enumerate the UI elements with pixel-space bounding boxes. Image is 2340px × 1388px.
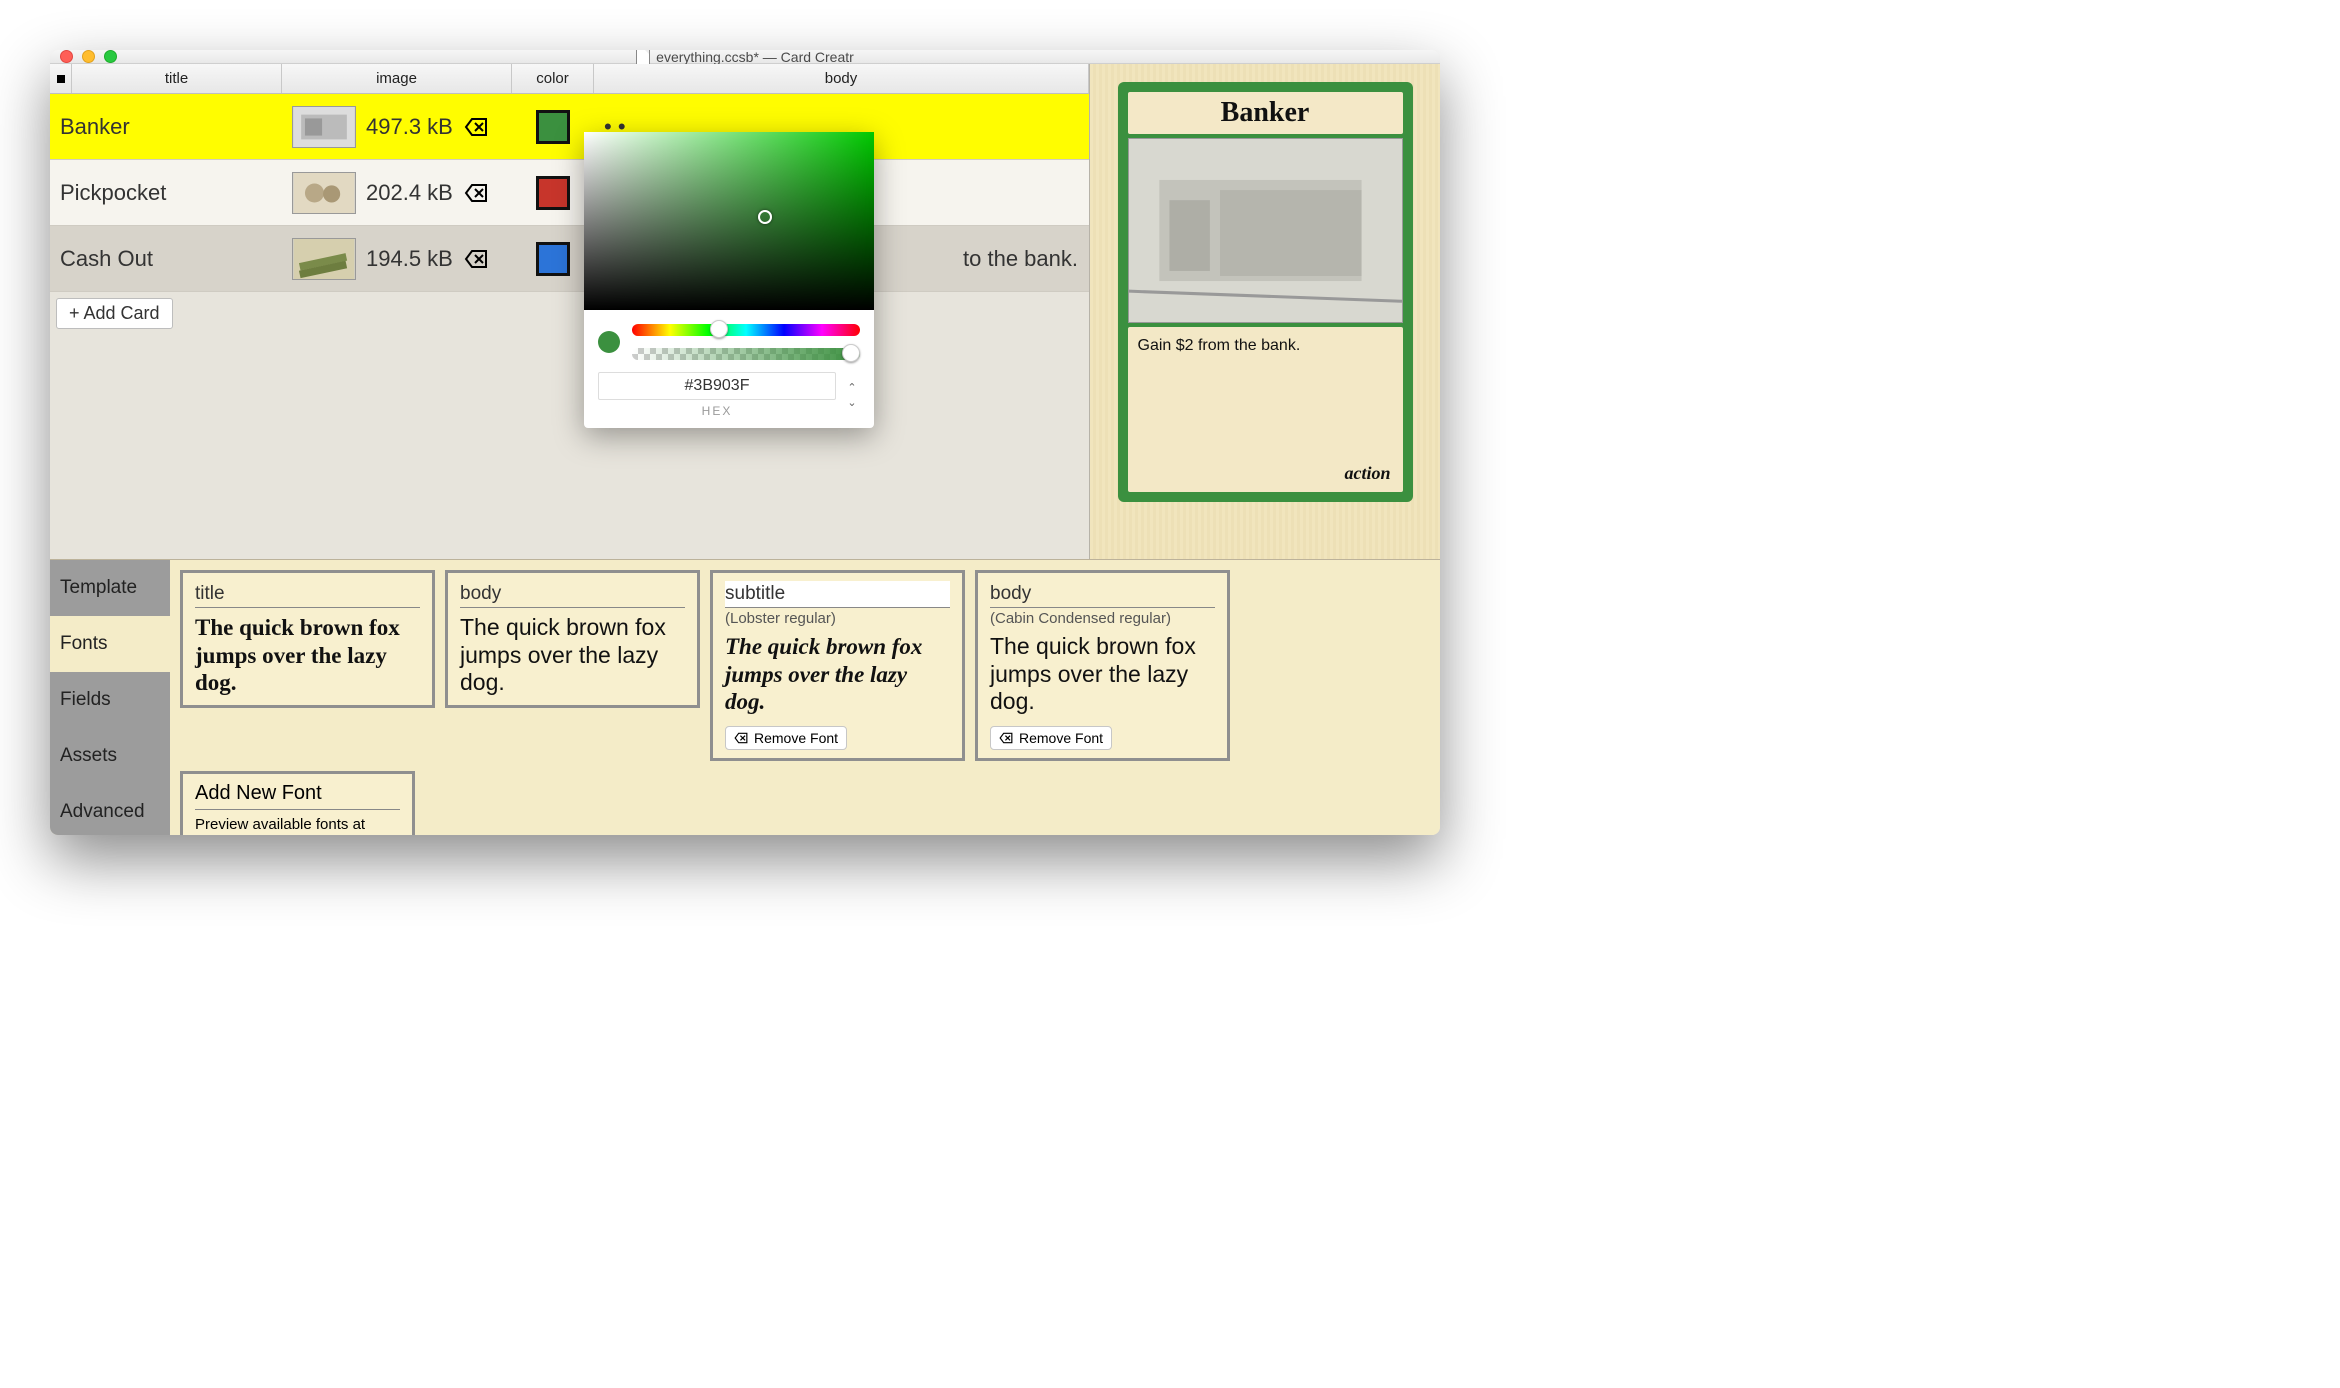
tab-assets[interactable]: Assets (50, 728, 170, 784)
side-tabs: Template Fonts Fields Assets Advanced (50, 560, 170, 835)
image-thumb (292, 106, 356, 148)
font-name-input[interactable] (195, 581, 420, 608)
format-stepper[interactable]: ⌃ ⌄ (844, 381, 860, 409)
hex-label: HEX (598, 404, 836, 418)
col-select[interactable] (50, 64, 72, 93)
font-name-input[interactable] (990, 581, 1215, 608)
card-preview-body-text: Gain $2 from the bank. (1138, 337, 1301, 354)
cards-table: title image color body Banker 497.3 kB (50, 64, 1090, 559)
remove-font-label: Remove Font (1019, 730, 1103, 746)
table-row[interactable]: Banker 497.3 kB • • (50, 94, 1089, 160)
card-preview-image (1128, 138, 1403, 323)
font-family-label: (Cabin Condensed regular) (990, 610, 1215, 627)
window-title-text: everything.ccsb* — Card Creatr (656, 50, 854, 65)
delete-image-icon[interactable] (463, 114, 489, 140)
tab-advanced[interactable]: Advanced (50, 784, 170, 835)
current-color-swatch (598, 331, 620, 353)
image-thumb (292, 238, 356, 280)
card-preview-type: action (1344, 463, 1390, 484)
table-header: title image color body (50, 64, 1089, 94)
saturation-field[interactable] (584, 132, 874, 310)
font-family-label: (Lobster regular) (725, 610, 950, 627)
cell-title[interactable]: Banker (50, 94, 282, 159)
cell-image[interactable]: 194.5 kB (282, 226, 512, 291)
alpha-slider[interactable] (632, 348, 860, 360)
app-window: everything.ccsb* — Card Creatr title ima… (50, 50, 1440, 835)
tab-template[interactable]: Template (50, 560, 170, 616)
font-sample: The quick brown fox jumps over the lazy … (460, 614, 685, 697)
add-font-text: Preview available fonts at fonts.google.… (195, 816, 400, 835)
color-swatch[interactable] (536, 242, 570, 276)
cell-color[interactable] (512, 94, 594, 159)
card-preview-title: Banker (1128, 92, 1403, 134)
remove-font-button[interactable]: Remove Font (725, 726, 847, 750)
card-preview: Banker Gain $2 from the bank. action (1118, 82, 1413, 502)
cell-title[interactable]: Cash Out (50, 226, 282, 291)
remove-font-button[interactable]: Remove Font (990, 726, 1112, 750)
table-row[interactable]: Cash Out 194.5 kB • • (50, 226, 1089, 292)
chevron-up-icon[interactable]: ⌃ (847, 381, 856, 394)
cell-title[interactable]: Pickpocket (50, 160, 282, 225)
color-picker[interactable]: HEX ⌃ ⌄ (584, 132, 874, 428)
color-swatch[interactable] (536, 176, 570, 210)
tab-fields[interactable]: Fields (50, 672, 170, 728)
delete-image-icon[interactable] (463, 180, 489, 206)
image-size: 194.5 kB (366, 246, 453, 272)
image-size: 202.4 kB (366, 180, 453, 206)
chevron-down-icon[interactable]: ⌄ (847, 396, 856, 409)
card-preview-panel: Banker Gain $2 from the bank. action (1090, 64, 1440, 559)
font-sample: The quick brown fox jumps over the lazy … (990, 633, 1215, 716)
table-row[interactable]: Pickpocket 202.4 kB • • (50, 160, 1089, 226)
remove-font-label: Remove Font (754, 730, 838, 746)
hue-slider[interactable] (632, 324, 860, 336)
delete-image-icon[interactable] (463, 246, 489, 272)
hex-input[interactable] (598, 372, 836, 400)
font-card: The quick brown fox jumps over the lazy … (445, 570, 700, 708)
card-preview-body: Gain $2 from the bank. action (1128, 327, 1403, 492)
cell-color[interactable] (512, 160, 594, 225)
add-font-heading: Add New Font (195, 782, 400, 810)
font-card: (Lobster regular) The quick brown fox ju… (710, 570, 965, 761)
font-card: The quick brown fox jumps over the lazy … (180, 570, 435, 708)
tab-fonts[interactable]: Fonts (50, 616, 170, 672)
font-name-input[interactable] (725, 581, 950, 608)
saturation-thumb[interactable] (758, 210, 772, 224)
image-size: 497.3 kB (366, 114, 453, 140)
font-sample: The quick brown fox jumps over the lazy … (725, 633, 950, 716)
fonts-link[interactable]: fonts.google.com (195, 833, 309, 835)
cell-color[interactable] (512, 226, 594, 291)
bottom-panel: Template Fonts Fields Assets Advanced Th… (50, 559, 1440, 835)
font-name-input[interactable] (460, 581, 685, 608)
add-card-button[interactable]: + Add Card (56, 298, 173, 329)
add-font-panel: Add New Font Preview available fonts at … (180, 771, 415, 835)
fonts-area: The quick brown fox jumps over the lazy … (170, 560, 1440, 835)
col-title[interactable]: title (72, 64, 282, 93)
col-image[interactable]: image (282, 64, 512, 93)
col-color[interactable]: color (512, 64, 594, 93)
titlebar: everything.ccsb* — Card Creatr (50, 50, 1440, 64)
color-swatch[interactable] (536, 110, 570, 144)
cell-image[interactable]: 202.4 kB (282, 160, 512, 225)
image-thumb (292, 172, 356, 214)
cell-image[interactable]: 497.3 kB (282, 94, 512, 159)
font-card: (Cabin Condensed regular) The quick brow… (975, 570, 1230, 761)
table-body: Banker 497.3 kB • • (50, 94, 1089, 559)
col-body[interactable]: body (594, 64, 1089, 93)
font-sample: The quick brown fox jumps over the lazy … (195, 614, 420, 697)
